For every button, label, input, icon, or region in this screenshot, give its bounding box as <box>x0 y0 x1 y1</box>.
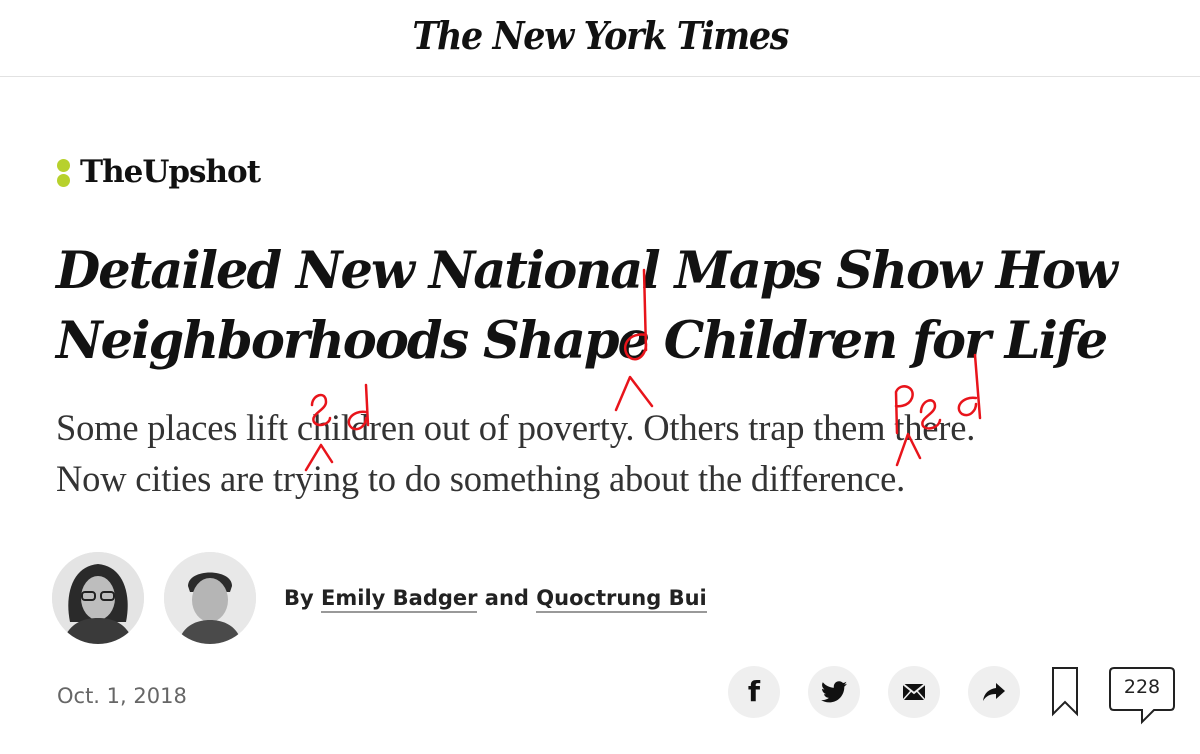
save-bookmark-button[interactable] <box>1050 666 1080 718</box>
bookmark-icon <box>1052 667 1078 717</box>
facebook-share-button[interactable]: f <box>728 666 780 718</box>
comment-count: 228 <box>1123 676 1161 698</box>
share-arrow-icon <box>983 683 1005 701</box>
twitter-share-button[interactable] <box>808 666 860 718</box>
twitter-icon <box>821 681 847 703</box>
comments-button[interactable]: 228 <box>1108 666 1176 726</box>
more-share-button[interactable] <box>968 666 1020 718</box>
email-icon <box>902 683 926 701</box>
email-share-button[interactable] <box>888 666 940 718</box>
share-toolbar: f 228 <box>0 0 1200 754</box>
facebook-icon: f <box>747 674 761 708</box>
